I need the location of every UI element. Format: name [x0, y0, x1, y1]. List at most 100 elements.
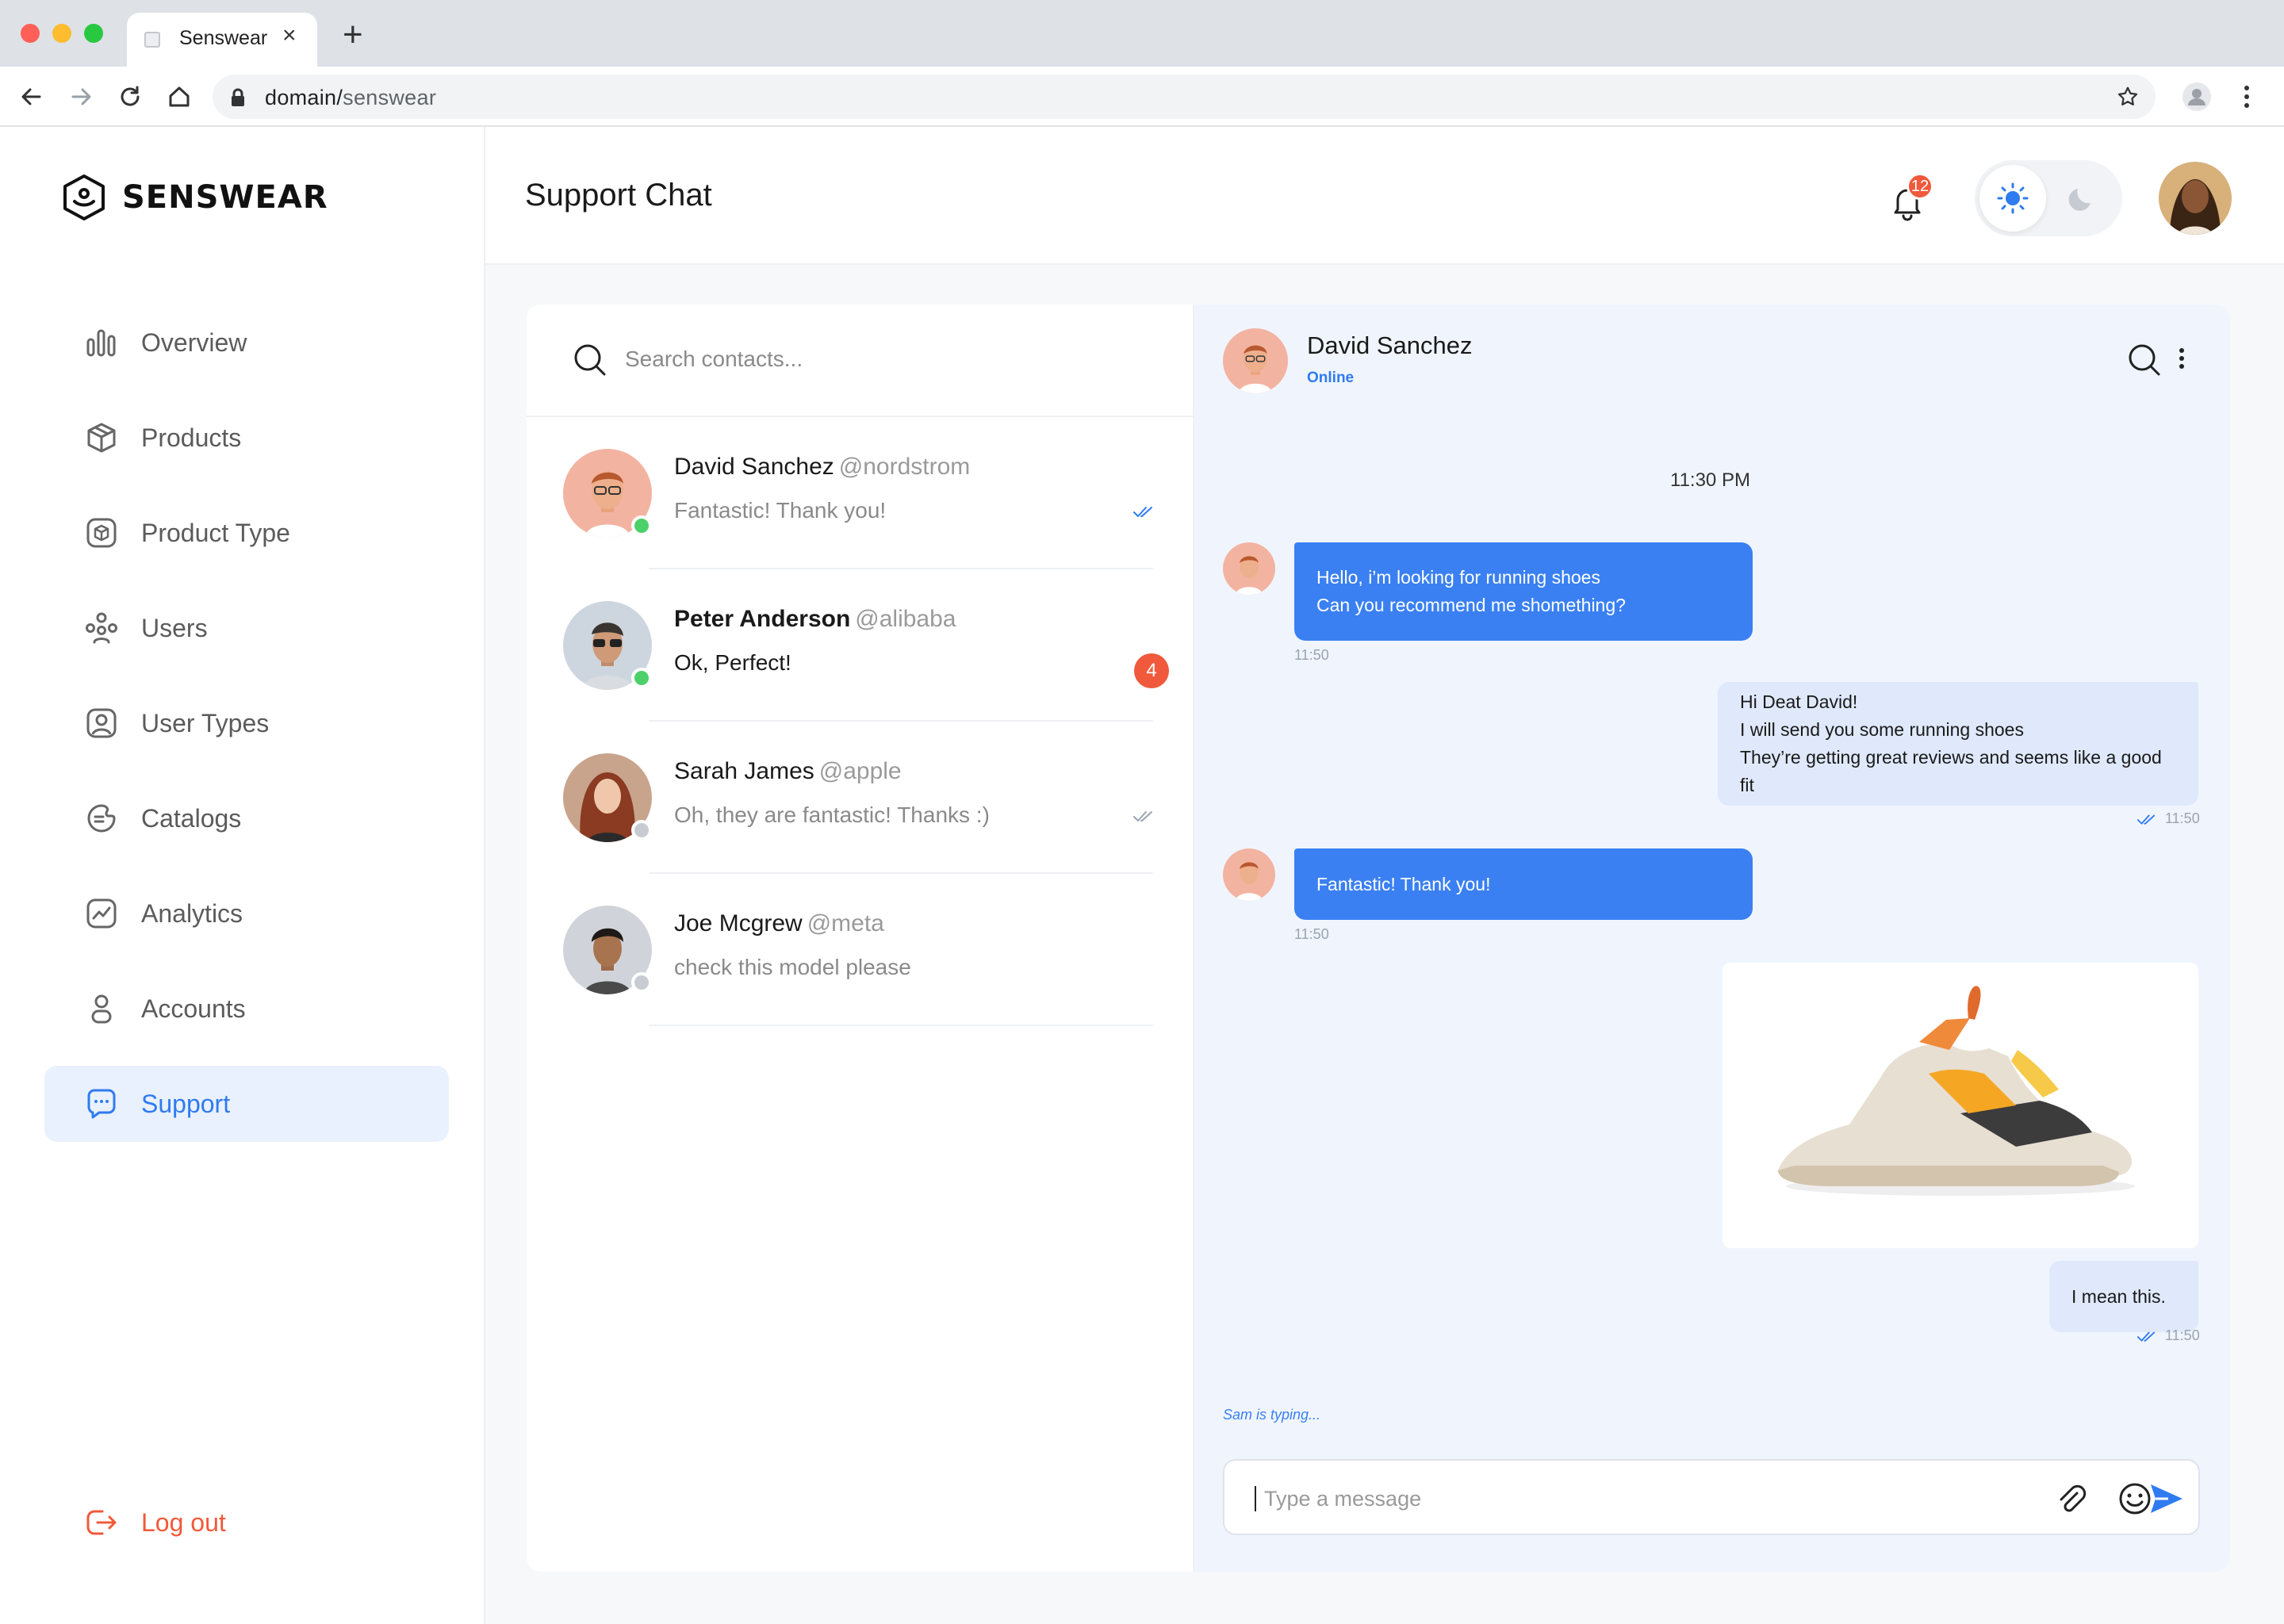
contact-handle: @apple [818, 758, 902, 784]
contact-item[interactable]: David Sanchez @nordstrom Fantastic! Thank… [527, 417, 1194, 569]
outgoing-message-bubble: I mean this. [2049, 1261, 2198, 1332]
page-header: Support Chat 12 [485, 127, 2284, 265]
unread-count-badge: 4 [1134, 653, 1169, 688]
nav-label: Catalogs [141, 803, 242, 833]
read-checkmark-icon [2136, 1331, 2156, 1342]
catalog-icon [84, 801, 119, 836]
message-line: They’re getting great reviews and seems … [1740, 747, 2162, 795]
browser-tab[interactable]: Senswear × [127, 13, 317, 67]
contact-item[interactable]: Sarah James @apple Oh, they are fantastic… [527, 722, 1194, 874]
new-tab-icon[interactable]: + [343, 17, 363, 52]
nav-user-types[interactable]: User Types [44, 685, 449, 761]
sidebar: SENSWEAR Overview Products Product Type … [0, 127, 485, 1624]
logout-button[interactable]: Log out [44, 1484, 449, 1561]
text-caret [1255, 1486, 1256, 1511]
window-close-button[interactable] [21, 24, 40, 43]
message-line: I will send you some running shoes [1740, 719, 2024, 740]
sun-icon[interactable] [1979, 165, 2046, 232]
more-options-icon[interactable] [2178, 344, 2186, 373]
brand-logo[interactable]: SENSWEAR [60, 173, 328, 222]
chat-contact-name: David Sanchez [1307, 331, 1473, 359]
nav-product-type[interactable]: Product Type [44, 495, 449, 571]
nav-analytics[interactable]: Analytics [44, 875, 449, 952]
outgoing-message-bubble: Hi Deat David! I will send you some runn… [1718, 682, 2198, 806]
message-input[interactable] [1264, 1478, 1978, 1519]
message-line: Hi Deat David! [1740, 691, 1858, 712]
chat-timestamp: 11:30 PM [1670, 469, 1750, 491]
nav-label: Accounts [141, 994, 246, 1023]
browser-toolbar: domain/senswear [0, 67, 2284, 127]
nav-support[interactable]: Support [44, 1066, 449, 1142]
chat-search-icon[interactable] [2127, 343, 2162, 377]
search-icon [574, 344, 606, 376]
browser-tabbar: Senswear × + [0, 0, 2284, 67]
lock-icon [232, 88, 244, 106]
contact-item[interactable]: Joe Mcgrew @meta check this model please [527, 874, 1194, 1026]
message-composer [1223, 1459, 2200, 1535]
senswear-logo-icon [63, 174, 105, 220]
contacts-search [527, 304, 1194, 417]
notification-badge: 12 [1907, 173, 1933, 200]
search-contacts-input[interactable] [625, 339, 1148, 379]
message-avatar [1223, 848, 1275, 901]
attachment-icon[interactable] [2052, 1480, 2090, 1518]
nav-label: Support [141, 1089, 231, 1118]
logout-label: Log out [141, 1507, 226, 1537]
message-time: 11:50 [2165, 810, 2200, 826]
contact-item[interactable]: Peter Anderson @alibaba Ok, Perfect! 4 [527, 569, 1194, 722]
contacts-panel: David Sanchez@nordstrom Fantastic! Thank… [527, 304, 1194, 1572]
divider [649, 1025, 1153, 1026]
incoming-message-bubble: Hello, i’m looking for running shoes Can… [1294, 542, 1753, 641]
chat-contact-avatar[interactable] [1223, 328, 1288, 393]
contact-last-message: Oh, they are fantastic! Thanks :) [674, 802, 990, 827]
message-line: Can you recommend me shomething? [1316, 595, 1626, 615]
nav-label: Overview [141, 327, 247, 357]
users-icon [84, 611, 119, 645]
nav-products[interactable]: Products [44, 400, 449, 476]
read-checkmark-icon [1133, 507, 1152, 517]
nav-label: Users [141, 613, 208, 642]
tab-close-icon[interactable]: × [282, 24, 297, 48]
browser-menu-icon[interactable] [2243, 84, 2251, 109]
nav-label: Product Type [141, 518, 290, 547]
window-minimize-button[interactable] [52, 24, 71, 43]
read-checkmark-icon [1133, 811, 1152, 822]
nav-label: Analytics [141, 898, 243, 928]
back-icon[interactable] [17, 82, 46, 111]
reload-icon[interactable] [116, 82, 144, 111]
browser-profile-icon[interactable] [2182, 82, 2211, 111]
contact-name: Peter Anderson @alibaba [674, 606, 956, 632]
box-icon [84, 420, 119, 455]
bar-chart-icon [84, 325, 119, 360]
analytics-icon [84, 896, 119, 931]
offline-status-dot [631, 972, 652, 993]
chat-contact-status: Online [1307, 370, 1355, 386]
nav-overview[interactable]: Overview [44, 304, 449, 381]
logout-icon [84, 1505, 119, 1540]
contact-last-message: Fantastic! Thank you! [674, 498, 887, 523]
forward-icon[interactable] [67, 82, 95, 111]
home-icon[interactable] [165, 82, 194, 111]
nav-catalogs[interactable]: Catalogs [44, 780, 449, 856]
moon-icon[interactable] [2067, 184, 2097, 214]
support-chat-panel: David Sanchez@nordstrom Fantastic! Thank… [527, 304, 2230, 1572]
contact-handle: @alibaba [855, 606, 956, 632]
send-icon[interactable] [2148, 1480, 2186, 1518]
nav-accounts[interactable]: Accounts [44, 971, 449, 1047]
online-status-dot [631, 515, 652, 536]
message-time: 11:50 [1294, 647, 1329, 663]
bookmark-star-icon[interactable] [2116, 85, 2140, 109]
nav-users[interactable]: Users [44, 590, 449, 666]
user-avatar[interactable] [2159, 162, 2232, 235]
contact-handle: @meta [807, 910, 884, 936]
address-bar[interactable]: domain/senswear [213, 75, 2156, 119]
shared-image-running-shoe[interactable] [1723, 963, 2198, 1248]
message-avatar [1223, 542, 1275, 595]
tab-title: Senswear [179, 27, 268, 49]
incoming-message-bubble: Fantastic! Thank you! [1294, 848, 1753, 920]
chat-panel: David Sanchez Online 11:30 PM Hello, i’m… [1194, 304, 2230, 1572]
window-maximize-button[interactable] [84, 24, 103, 43]
message-time: 11:50 [1294, 926, 1329, 942]
theme-toggle[interactable] [1975, 160, 2122, 236]
contact-last-message: check this model please [674, 955, 911, 979]
